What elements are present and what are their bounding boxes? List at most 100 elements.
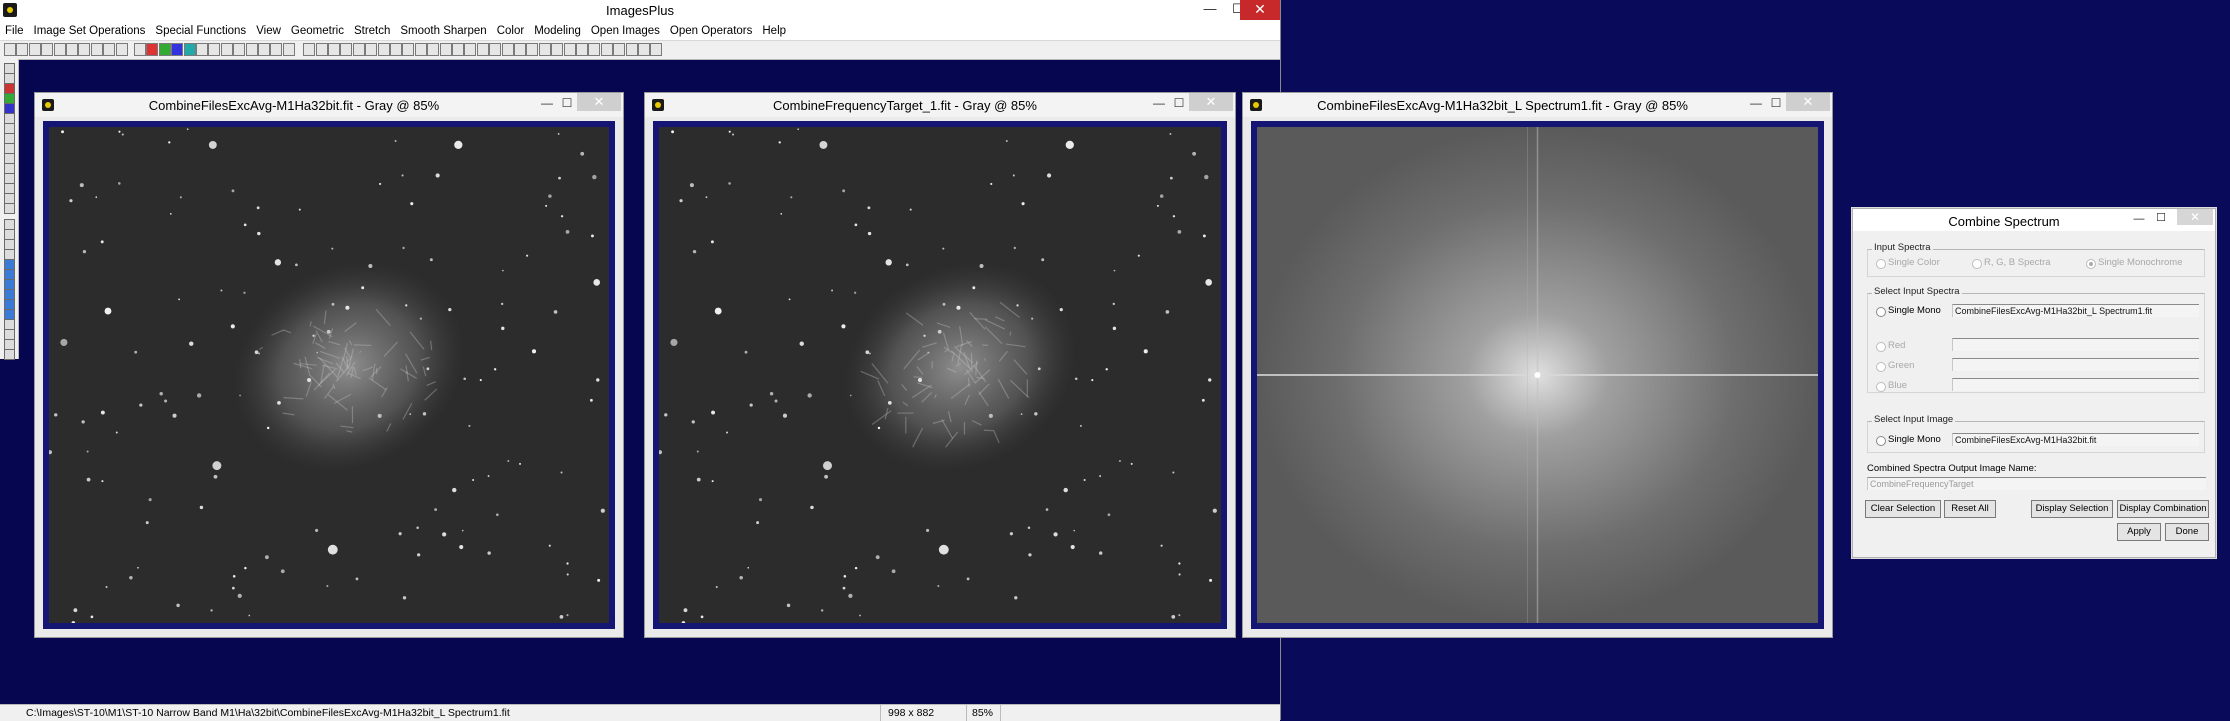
spectrum-image[interactable] [1257,127,1818,623]
radio-blue[interactable] [1876,382,1886,392]
toolbar-button[interactable] [564,43,576,56]
toolbar-button[interactable] [171,43,183,56]
blue-field[interactable] [1952,378,2199,391]
menu-help[interactable]: Help [757,25,791,37]
tool-button[interactable] [4,349,15,360]
reset-all-button[interactable]: Reset All [1944,500,1996,518]
menu-open-operators[interactable]: Open Operators [665,25,757,37]
toolbar-button[interactable] [208,43,220,56]
toolbar-button[interactable] [54,43,66,56]
toolbar-button[interactable] [16,43,28,56]
toolbar-button[interactable] [440,43,452,56]
red-field[interactable] [1952,338,2199,351]
minimize-button[interactable]: — [1196,0,1224,20]
green-field[interactable] [1952,358,2199,371]
toolbar-button[interactable] [41,43,53,56]
radio-single-monochrome[interactable] [2086,259,2096,269]
toolbar-button[interactable] [316,43,328,56]
image-maximize-icon[interactable]: ☐ [557,96,577,110]
toolbar-button[interactable] [588,43,600,56]
toolbar-button[interactable] [78,43,90,56]
toolbar-button[interactable] [415,43,427,56]
image-window-titlebar[interactable]: CombineFilesExcAvg-M1Ha32bit.fit - Gray … [35,93,623,117]
menu-smooth-sharpen[interactable]: Smooth Sharpen [395,25,491,37]
toolbar-button[interactable] [502,43,514,56]
nebula-image[interactable] [659,127,1221,623]
spectra-single-mono-field[interactable]: CombineFilesExcAvg-M1Ha32bit_L Spectrum1… [1952,304,2199,317]
toolbar-button[interactable] [116,43,128,56]
toolbar-button[interactable] [365,43,377,56]
menu-modeling[interactable]: Modeling [529,25,586,37]
image-window[interactable]: CombineFrequencyTarget_1.fit - Gray @ 85… [644,92,1236,638]
toolbar-button[interactable] [134,43,146,56]
toolbar-button[interactable] [650,43,662,56]
image-maximize-icon[interactable]: ☐ [1169,96,1189,110]
toolbar-button[interactable] [489,43,501,56]
toolbar-button[interactable] [551,43,563,56]
toolbar-button[interactable] [626,43,638,56]
menu-view[interactable]: View [251,25,286,37]
toolbar-button[interactable] [4,43,16,56]
image-single-mono-field[interactable]: CombineFilesExcAvg-M1Ha32bit.fit [1952,433,2199,446]
toolbar-button[interactable] [427,43,439,56]
radio-red[interactable] [1876,342,1886,352]
toolbar-button[interactable] [638,43,650,56]
dialog-maximize-icon[interactable]: ☐ [2151,209,2171,229]
menu-stretch[interactable]: Stretch [349,25,395,37]
toolbar-button[interactable] [29,43,41,56]
menu-color[interactable]: Color [492,25,529,37]
image-window[interactable]: CombineFilesExcAvg-M1Ha32bit.fit - Gray … [34,92,624,638]
toolbar-button[interactable] [196,43,208,56]
image-close-icon[interactable]: ✕ [1189,93,1233,111]
dialog-titlebar[interactable]: Combine Spectrum — ☐ ✕ [1853,209,2215,231]
radio-spectra-single-mono[interactable] [1876,307,1886,317]
toolbar-button[interactable] [303,43,315,56]
toolbar-button[interactable] [159,43,171,56]
toolbar-button[interactable] [340,43,352,56]
toolbar-button[interactable] [477,43,489,56]
display-selection-button[interactable]: Display Selection [2031,500,2113,518]
toolbar-button[interactable] [91,43,103,56]
close-button[interactable]: ✕ [1240,0,1280,20]
image-window-titlebar[interactable]: CombineFilesExcAvg-M1Ha32bit_L Spectrum1… [1243,93,1832,117]
toolbar-button[interactable] [390,43,402,56]
tool-button[interactable] [4,203,15,214]
menu-open-images[interactable]: Open Images [586,25,665,37]
image-window-titlebar[interactable]: CombineFrequencyTarget_1.fit - Gray @ 85… [645,93,1235,117]
dialog-minimize-icon[interactable]: — [2129,209,2149,229]
toolbar-button[interactable] [402,43,414,56]
toolbar-button[interactable] [233,43,245,56]
image-minimize-icon[interactable]: — [1746,96,1766,110]
toolbar-button[interactable] [103,43,115,56]
toolbar-button[interactable] [184,43,196,56]
menu-file[interactable]: File [0,25,29,37]
image-maximize-icon[interactable]: ☐ [1766,96,1786,110]
toolbar-button[interactable] [378,43,390,56]
image-minimize-icon[interactable]: — [537,96,557,110]
radio-green[interactable] [1876,362,1886,372]
display-combination-button[interactable]: Display Combination [2117,500,2209,518]
image-window[interactable]: CombineFilesExcAvg-M1Ha32bit_L Spectrum1… [1242,92,1833,638]
clear-selection-button[interactable]: Clear Selection [1865,500,1941,518]
toolbar-button[interactable] [328,43,340,56]
toolbar-button[interactable] [353,43,365,56]
toolbar-button[interactable] [221,43,233,56]
done-button[interactable]: Done [2165,523,2209,541]
menu-geometric[interactable]: Geometric [286,25,349,37]
image-close-icon[interactable]: ✕ [1786,93,1830,111]
radio-single-color[interactable] [1876,259,1886,269]
toolbar-button[interactable] [613,43,625,56]
toolbar-button[interactable] [258,43,270,56]
toolbar-button[interactable] [246,43,258,56]
output-name-field[interactable]: CombineFrequencyTarget [1867,477,2206,490]
toolbar-button[interactable] [539,43,551,56]
toolbar-button[interactable] [514,43,526,56]
toolbar-button[interactable] [526,43,538,56]
radio-rgb-spectra[interactable] [1972,259,1982,269]
apply-button[interactable]: Apply [2117,523,2161,541]
image-close-icon[interactable]: ✕ [577,93,621,111]
dialog-close-icon[interactable]: ✕ [2177,209,2213,225]
toolbar-button[interactable] [270,43,282,56]
toolbar-button[interactable] [452,43,464,56]
menu-special-functions[interactable]: Special Functions [150,25,251,37]
